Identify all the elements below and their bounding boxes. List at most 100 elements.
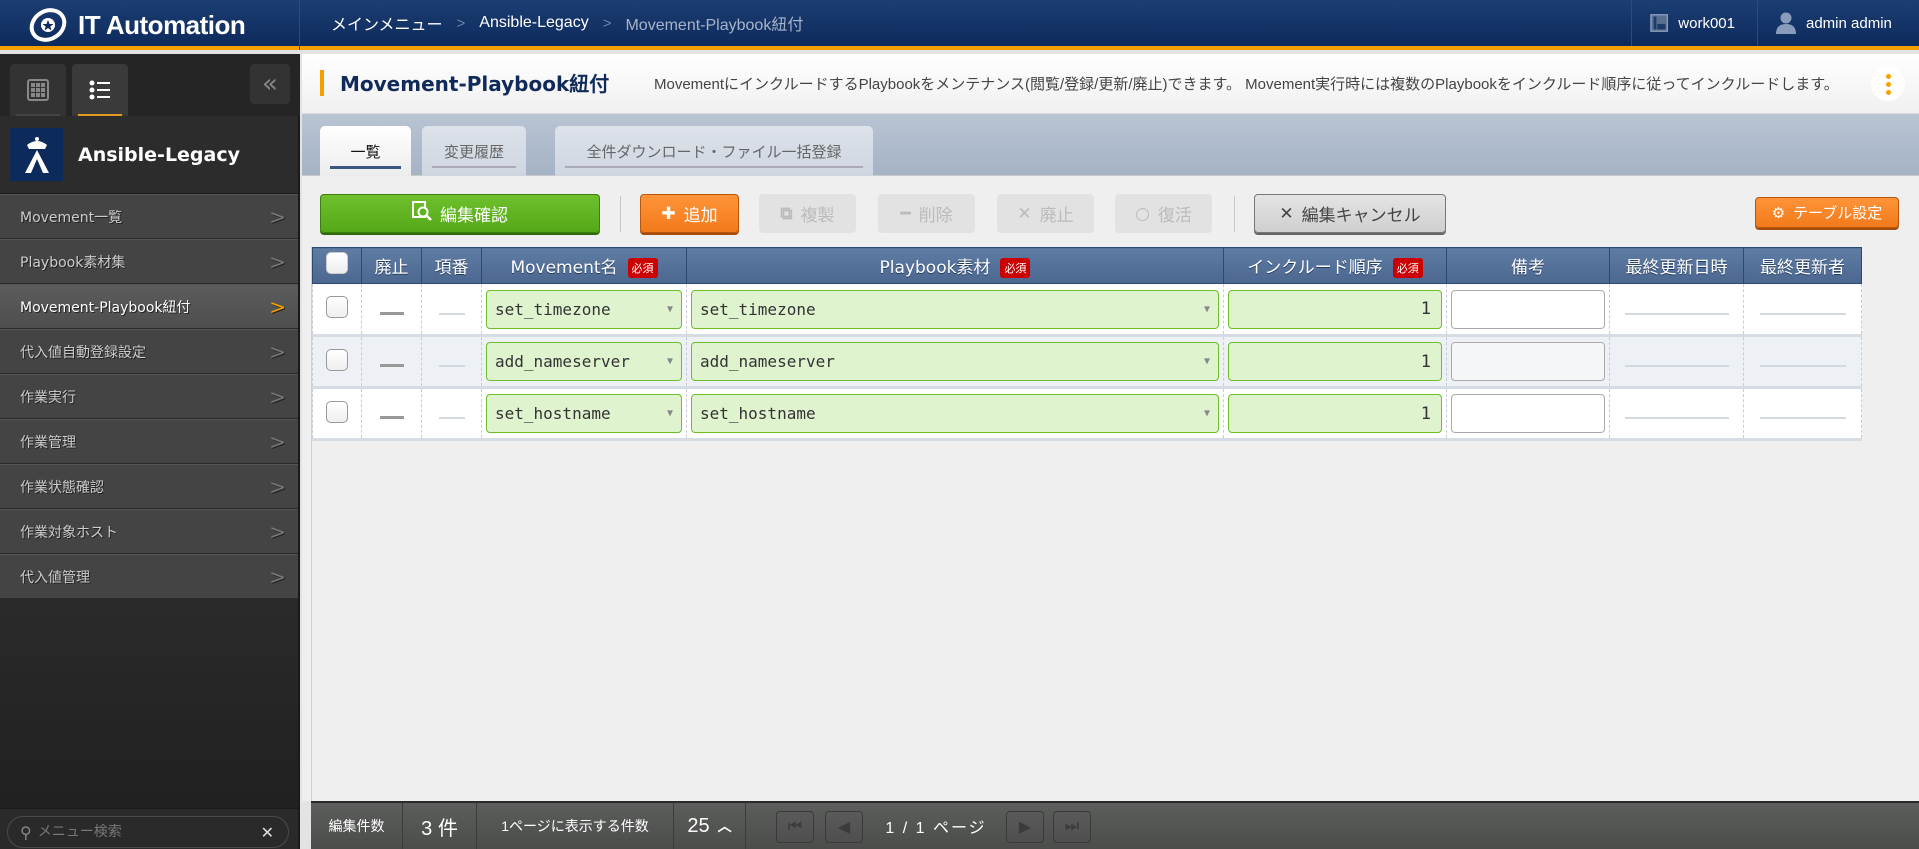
triangle-right-icon: ▶ xyxy=(1018,819,1032,836)
playbook-cell: set_timezone ▼ xyxy=(686,283,1224,337)
item-no-cell xyxy=(421,283,482,337)
note-input[interactable] xyxy=(1451,342,1605,381)
breadcrumb-main-menu[interactable]: メインメニュー xyxy=(331,11,443,35)
workspace-name: work001 xyxy=(1678,14,1735,32)
column-header-last-updated[interactable]: 最終更新日時 xyxy=(1609,247,1744,284)
tab-list[interactable]: 一覧 xyxy=(320,126,411,177)
delete-button[interactable]: ━ 削除 xyxy=(878,194,975,233)
movement-cell: set_timezone ▼ xyxy=(481,283,687,337)
discard-cell xyxy=(361,335,422,389)
sidebar-tabs: « xyxy=(0,54,300,116)
row-checkbox[interactable] xyxy=(326,348,348,371)
sidebar-item-variable-values[interactable]: 代入値管理 > xyxy=(0,554,298,599)
empty-dash xyxy=(1624,312,1729,315)
last-page-button[interactable]: ⏭ xyxy=(1053,811,1091,843)
playbook-select[interactable]: set_timezone ▼ xyxy=(691,289,1219,329)
tab-label: 一覧 xyxy=(350,143,381,161)
select-all-checkbox[interactable] xyxy=(326,252,348,274)
last-updated-cell xyxy=(1609,335,1744,389)
prev-page-button[interactable]: ◀ xyxy=(825,811,863,843)
include-order-input[interactable]: 1 xyxy=(1228,289,1442,329)
sidebar-tab-grid[interactable] xyxy=(10,64,66,116)
edit-cancel-button[interactable]: ✕ 編集キャンセル xyxy=(1254,194,1446,233)
button-label: 編集キャンセル xyxy=(1301,206,1421,226)
sidebar-item-job-status[interactable]: 作業状態確認 > xyxy=(0,464,298,509)
note-cell xyxy=(1446,335,1610,389)
table-settings-button[interactable]: ⚙ テーブル設定 xyxy=(1755,197,1899,228)
column-header-discard[interactable]: 廃止 xyxy=(361,247,422,284)
per-page-label: 1ページに表示する件数 xyxy=(477,803,674,849)
include-order-input[interactable]: 1 xyxy=(1228,394,1442,433)
required-badge: 必須 xyxy=(627,258,658,278)
breadcrumb-separator-icon: > xyxy=(602,14,612,32)
sidebar-item-movement-list[interactable]: Movement一覧 > xyxy=(0,194,298,239)
button-label: 追加 xyxy=(683,206,718,226)
select-all-header xyxy=(312,247,362,284)
first-page-button[interactable]: ⏮ xyxy=(776,811,814,843)
sidebar-item-label: 作業状態確認 xyxy=(20,479,104,496)
movement-select[interactable]: add_nameserver ▼ xyxy=(486,342,682,381)
movement-select[interactable]: set_timezone ▼ xyxy=(486,289,682,329)
sidebar-item-auto-registration[interactable]: 代入値自動登録設定 > xyxy=(0,329,298,374)
menu-search-box: ⚲ ✕ xyxy=(7,816,289,848)
item-no-cell xyxy=(421,335,482,389)
breadcrumb-ansible-legacy[interactable]: Ansible-Legacy xyxy=(479,14,588,32)
column-header-movement[interactable]: Movement名 必須 xyxy=(481,247,687,284)
column-header-last-updater[interactable]: 最終更新者 xyxy=(1743,247,1862,284)
select-value: add_nameserver xyxy=(495,352,630,371)
chevron-right-icon: > xyxy=(269,430,286,454)
playbook-select[interactable]: set_hostname ▼ xyxy=(691,394,1219,433)
chevron-right-icon: > xyxy=(269,520,286,544)
discard-button[interactable]: ✕ 廃止 xyxy=(997,194,1094,233)
movement-select[interactable]: set_hostname ▼ xyxy=(486,394,682,433)
x-icon: ✕ xyxy=(1279,203,1294,224)
column-header-note[interactable]: 備考 xyxy=(1446,247,1610,284)
next-page-button[interactable]: ▶ xyxy=(1006,811,1044,843)
select-value: set_timezone xyxy=(495,299,611,319)
workspace-icon xyxy=(1650,14,1669,32)
note-cell xyxy=(1446,387,1610,441)
more-options-button[interactable] xyxy=(1871,67,1905,101)
workspace-button[interactable]: work001 xyxy=(1631,0,1757,46)
per-page-select[interactable]: 25 ︿ xyxy=(674,803,746,849)
column-label: 最終更新者 xyxy=(1760,258,1845,278)
app-logo[interactable]: IT Automation xyxy=(0,0,300,50)
minus-icon: ━ xyxy=(900,203,911,224)
edit-confirm-button[interactable]: 編集確認 xyxy=(320,194,600,233)
sidebar-tab-list[interactable] xyxy=(72,64,128,116)
sidebar-item-playbook-files[interactable]: Playbook素材集 > xyxy=(0,239,298,284)
toolbar-divider xyxy=(1234,196,1235,232)
magnifier-document-icon xyxy=(412,201,432,226)
include-order-input[interactable]: 1 xyxy=(1228,342,1442,381)
sidebar-item-execute[interactable]: 作業実行 > xyxy=(0,374,298,419)
sidebar-item-label: Movement-Playbook紐付 xyxy=(20,299,191,316)
note-cell xyxy=(1446,283,1610,337)
sidebar-item-movement-playbook-link[interactable]: Movement-Playbook紐付 > xyxy=(0,284,298,329)
column-header-playbook[interactable]: Playbook素材 必須 xyxy=(686,247,1224,284)
menu-group-name: Ansible-Legacy xyxy=(78,143,241,166)
row-checkbox[interactable] xyxy=(326,400,348,423)
sidebar-item-job-management[interactable]: 作業管理 > xyxy=(0,419,298,464)
user-menu-button[interactable]: admin admin xyxy=(1757,0,1919,46)
tab-download-bulk-register[interactable]: 全件ダウンロード・ファイル一括登録 xyxy=(555,126,873,176)
table-header-row: 廃止 項番 Movement名 必須 Playbook素材 必須 インクルード順序必… xyxy=(312,247,1862,284)
chevron-right-icon: > xyxy=(269,565,286,589)
menu-search-input[interactable] xyxy=(37,824,248,840)
sidebar-collapse-button[interactable]: « xyxy=(250,64,290,104)
tab-change-history[interactable]: 変更履歴 xyxy=(422,126,526,176)
page-title-bar: Movement-Playbook紐付 MovementにインクルードするPla… xyxy=(302,54,1919,114)
column-header-include-order[interactable]: インクルード順序 必須 xyxy=(1223,247,1447,284)
row-checkbox[interactable] xyxy=(326,296,348,318)
last-updated-cell xyxy=(1609,387,1744,441)
add-button[interactable]: ✚ 追加 xyxy=(640,194,739,233)
note-input[interactable] xyxy=(1451,394,1605,433)
column-header-item-no[interactable]: 項番 xyxy=(421,247,482,284)
clear-search-icon[interactable]: ✕ xyxy=(261,823,274,842)
note-input[interactable] xyxy=(1451,289,1605,329)
per-page-value: 25 xyxy=(687,814,710,837)
column-label: Movement名 xyxy=(510,258,618,278)
sidebar-item-target-hosts[interactable]: 作業対象ホスト > xyxy=(0,509,298,554)
restore-button[interactable]: ○ 復活 xyxy=(1115,194,1212,233)
copy-button[interactable]: ⧉ 複製 xyxy=(759,194,856,233)
playbook-select[interactable]: add_nameserver ▼ xyxy=(691,342,1219,381)
